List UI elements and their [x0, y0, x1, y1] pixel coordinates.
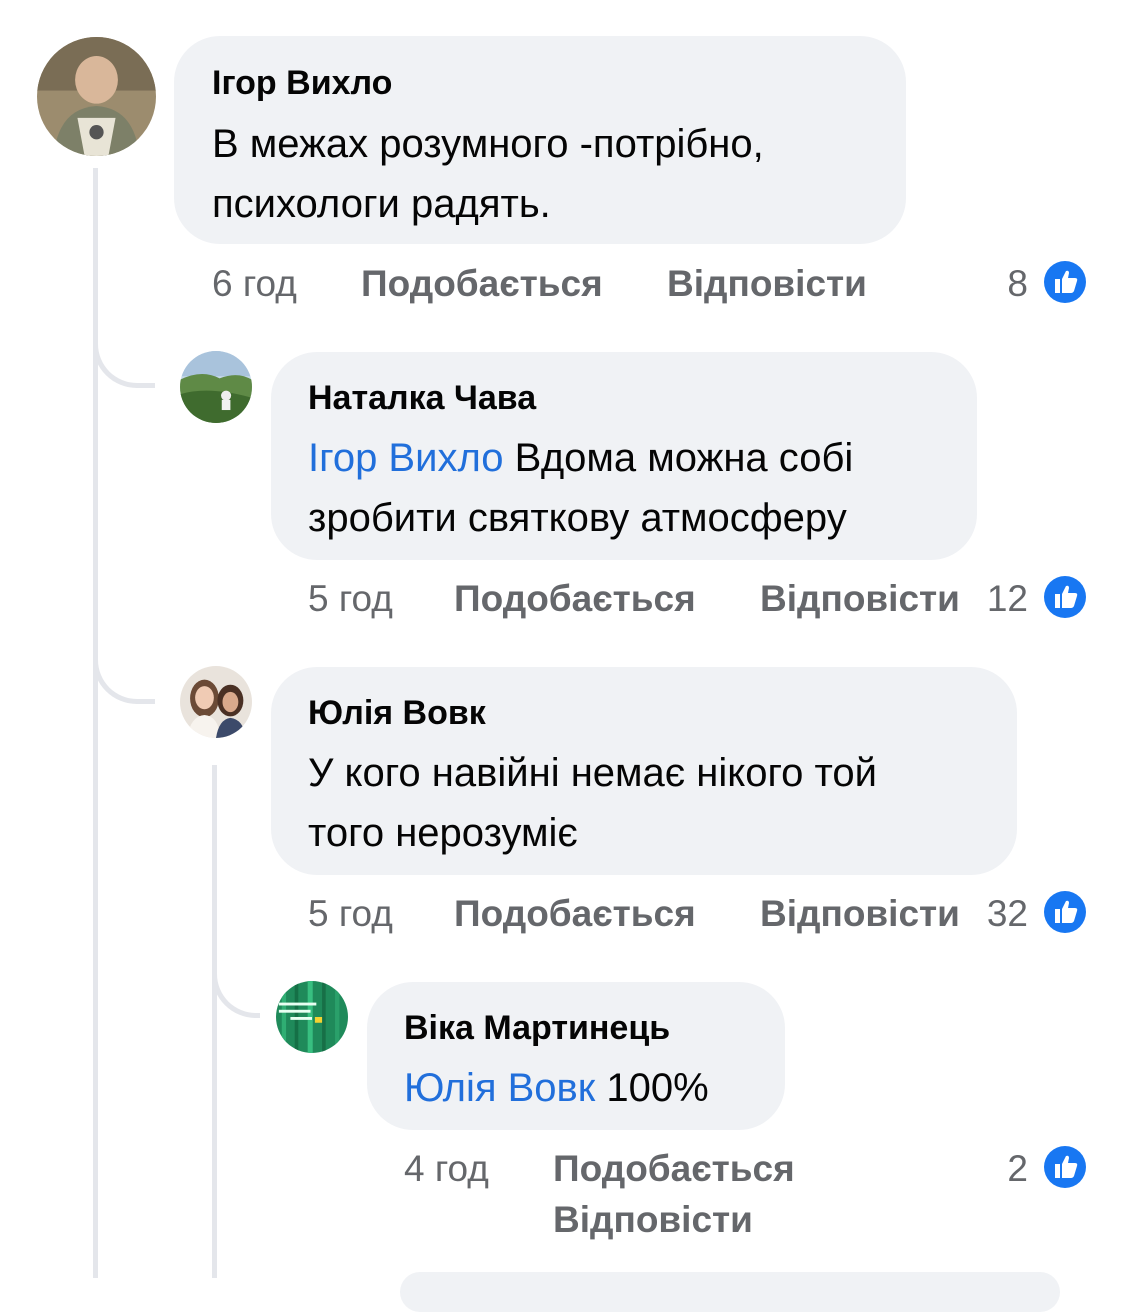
comment-text-line-1: В межах розумного -потрібно, [212, 122, 764, 166]
avatar-igor[interactable] [37, 37, 156, 156]
comment-text-line-2: зробити святкову атмосферу [308, 496, 847, 540]
comment-author[interactable]: Ігор Вихло [212, 63, 392, 103]
reaction-count[interactable]: 32 [972, 892, 1028, 936]
like-button[interactable]: Подобається [553, 1147, 795, 1191]
reaction-count[interactable]: 8 [980, 262, 1028, 306]
comment-text-line-2: того нерозуміє [308, 811, 578, 855]
comment-text: 100% [595, 1066, 709, 1110]
thread-connector-reply-3 [212, 940, 260, 1018]
reply-button[interactable]: Відповісти [760, 892, 960, 936]
like-button[interactable]: Подобається [361, 262, 603, 306]
reply-button[interactable]: Відповісти [553, 1198, 753, 1242]
thread-connector-reply-1 [93, 300, 155, 388]
thumbs-up-icon[interactable] [1040, 887, 1090, 937]
like-button[interactable]: Подобається [454, 577, 696, 621]
comment-author[interactable]: Юлія Вовк [308, 693, 486, 733]
comment-text: Вдома можна собі [503, 436, 854, 480]
comment-text-line-2: психологи радять. [212, 182, 551, 226]
comment-author[interactable]: Наталка Чава [308, 378, 536, 418]
comment-timestamp[interactable]: 5 год [308, 577, 393, 621]
thread-connector-reply-2 [93, 612, 155, 704]
thread-line-nested [212, 765, 217, 1278]
comment-text-line-1: Ігор Вихло Вдома можна собі [308, 428, 853, 488]
mention-link[interactable]: Ігор Вихло [308, 436, 504, 480]
avatar-natalka[interactable] [180, 351, 252, 423]
next-comment-bubble [400, 1272, 1060, 1312]
comment-author[interactable]: Віка Мартинець [404, 1008, 670, 1048]
comment-text-line-1: Юлія Вовк 100% [404, 1058, 709, 1118]
thumbs-up-icon[interactable] [1040, 257, 1090, 307]
like-button[interactable]: Подобається [454, 892, 696, 936]
mention-link[interactable]: Юлія Вовк [404, 1066, 595, 1110]
thumbs-up-icon[interactable] [1040, 1142, 1090, 1192]
reaction-count[interactable]: 2 [980, 1147, 1028, 1191]
avatar-vika[interactable] [276, 981, 348, 1053]
comment-text-line-1: У кого навійні немає нікого той [308, 751, 878, 795]
avatar-yulia[interactable] [180, 666, 252, 738]
comment-timestamp[interactable]: 4 год [404, 1147, 489, 1191]
reply-button[interactable]: Відповісти [667, 262, 867, 306]
comment-timestamp[interactable]: 6 год [212, 262, 297, 306]
reaction-count[interactable]: 12 [972, 577, 1028, 621]
reply-button[interactable]: Відповісти [760, 577, 960, 621]
comment-timestamp[interactable]: 5 год [308, 892, 393, 936]
thumbs-up-icon[interactable] [1040, 572, 1090, 622]
